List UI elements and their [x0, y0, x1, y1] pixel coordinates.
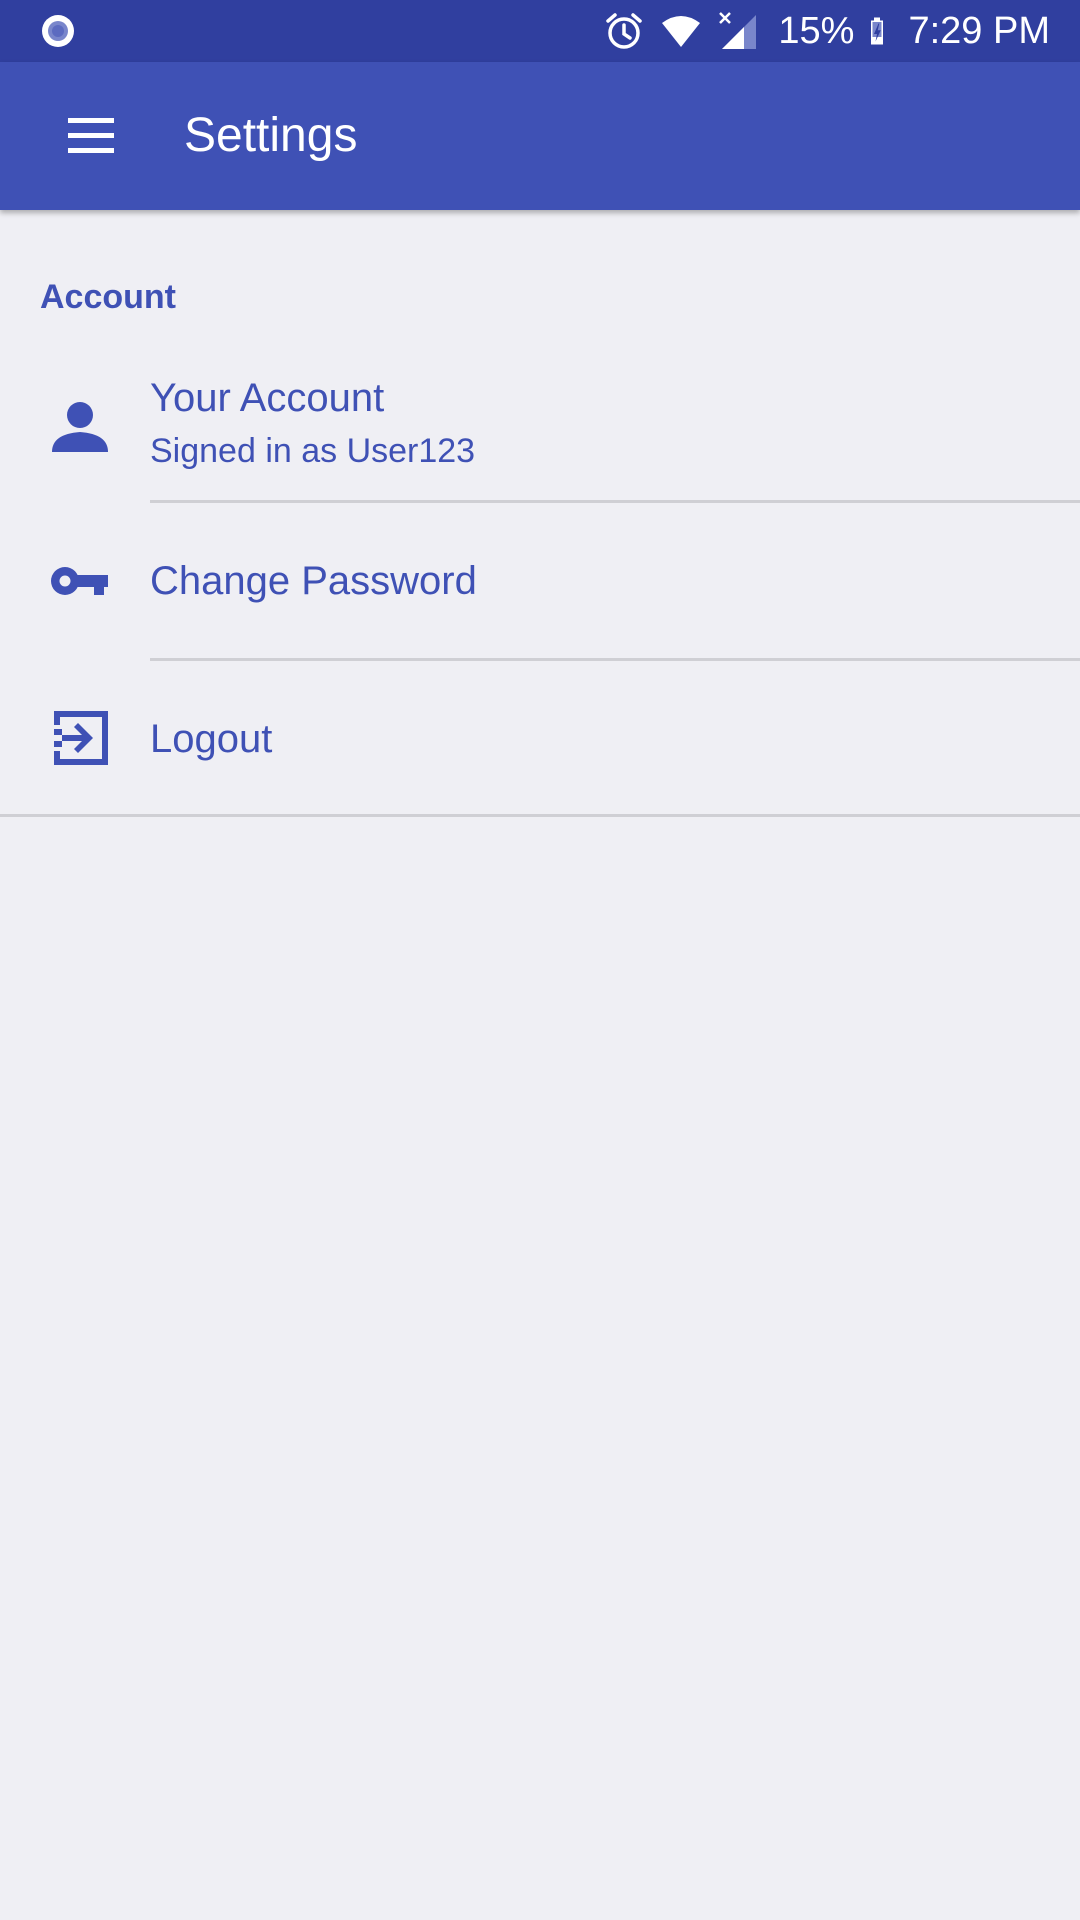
your-account-item[interactable]: Your Account Signed in as User123: [0, 370, 1080, 502]
change-password-title: Change Password: [150, 559, 477, 603]
hamburger-menu-icon[interactable]: [54, 106, 128, 166]
section-header-account: Account: [40, 278, 176, 316]
status-bar: 15% 7:29 PM: [0, 0, 1080, 62]
person-icon: [52, 402, 108, 452]
logout-item[interactable]: Logout: [0, 661, 1080, 814]
wifi-icon: [662, 16, 701, 47]
notification-dot-icon: [42, 15, 74, 47]
app-bar: Settings: [0, 62, 1080, 210]
alarm-icon: [606, 13, 643, 49]
logout-title: Logout: [150, 717, 273, 761]
change-password-item[interactable]: Change Password: [0, 503, 1080, 658]
page-title: Settings: [184, 109, 358, 162]
your-account-title: Your Account: [150, 376, 385, 420]
logout-icon: [54, 711, 108, 765]
battery-charging-icon: [871, 17, 884, 45]
divider: [0, 814, 1080, 817]
signal-icon: [719, 12, 757, 49]
your-account-summary: Signed in as User123: [150, 432, 476, 470]
status-icons: 15% 7:29 PM: [590, 0, 1050, 62]
key-icon: [51, 567, 108, 595]
status-time: 7:29 PM: [908, 9, 1050, 52]
battery-percent: 15%: [778, 9, 855, 52]
